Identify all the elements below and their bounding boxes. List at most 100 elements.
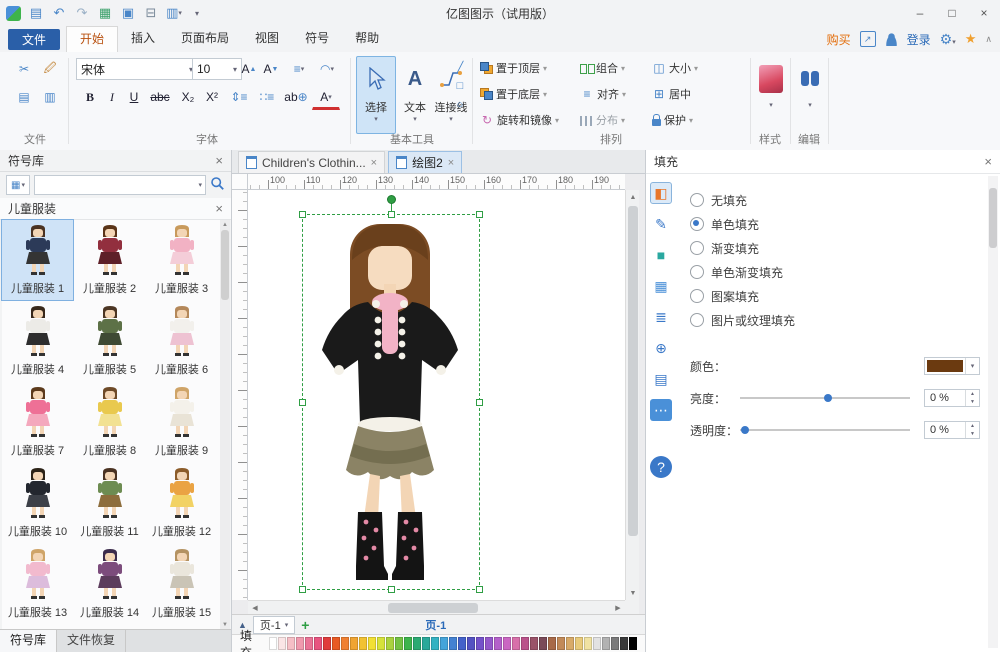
palette-swatch[interactable] xyxy=(395,637,403,650)
palette-swatch[interactable] xyxy=(305,637,313,650)
palette-swatch[interactable] xyxy=(620,637,628,650)
palette-swatch[interactable] xyxy=(287,637,295,650)
palette-swatch[interactable] xyxy=(377,637,385,650)
palette-swatch[interactable] xyxy=(512,637,520,650)
text-tool-button[interactable]: A 文本 ▾ xyxy=(398,56,432,134)
font-color-button[interactable]: A ▾ xyxy=(312,86,340,110)
italic-button[interactable]: I xyxy=(102,86,122,108)
panel-scrollbar[interactable] xyxy=(988,176,998,648)
brightness-value-box[interactable]: 0 % ▲ ▼ xyxy=(924,389,980,407)
fill-color-picker[interactable]: ▾ xyxy=(924,357,980,375)
font-family-select[interactable]: 宋体 ▾ xyxy=(76,58,198,80)
scroll-right-arrow[interactable]: ▶ xyxy=(611,601,625,615)
resize-handle-sw[interactable] xyxy=(299,586,306,593)
subscript-button[interactable]: X₂ xyxy=(176,86,200,108)
line-shape-icon[interactable]: ╱ xyxy=(452,60,468,74)
palette-swatch[interactable] xyxy=(413,637,421,650)
palette-swatch[interactable] xyxy=(269,637,277,650)
dropdown-arrow[interactable]: ▾ xyxy=(965,358,979,374)
resize-handle-n[interactable] xyxy=(388,211,395,218)
palette-swatch[interactable] xyxy=(359,637,367,650)
library-item[interactable]: 儿童服装 3 xyxy=(146,220,217,300)
close-panel-icon[interactable]: × xyxy=(984,155,992,168)
library-item[interactable]: 儿童服装 15 xyxy=(146,544,217,624)
scrollbar-thumb[interactable] xyxy=(989,188,997,248)
size-button[interactable]: ◫ 大小 ▾ xyxy=(652,58,698,78)
library-menu-icon[interactable]: ▦ ▾ xyxy=(6,175,30,195)
rectangle-shape-icon[interactable]: □ xyxy=(452,79,468,93)
scroll-down-arrow[interactable]: ▼ xyxy=(626,586,640,600)
login-link[interactable]: 登录 xyxy=(907,31,931,48)
tab-file[interactable]: 文件 xyxy=(8,29,60,50)
ellipse-shape-icon[interactable]: ○ xyxy=(452,98,468,112)
palette-swatch[interactable] xyxy=(386,637,394,650)
bullet-list-button[interactable]: ∷≡ xyxy=(254,86,280,108)
account-icon[interactable] xyxy=(884,32,898,46)
opacity-value-box[interactable]: 0 % ▲ ▼ xyxy=(924,421,980,439)
ribbon-tab[interactable]: 开始 xyxy=(66,26,119,52)
scrollbar-thumb[interactable] xyxy=(628,206,638,536)
palette-swatch[interactable] xyxy=(557,637,565,650)
buy-link[interactable]: 购买 xyxy=(827,31,851,48)
palette-swatch[interactable] xyxy=(440,637,448,650)
cut-icon[interactable]: ✂ xyxy=(12,58,36,80)
settings-gear-icon[interactable]: ⚙▾ xyxy=(940,31,956,48)
palette-swatch[interactable] xyxy=(575,637,583,650)
palette-swatch[interactable] xyxy=(323,637,331,650)
palette-swatch[interactable] xyxy=(449,637,457,650)
library-scrollbar[interactable]: ▲ ▼ xyxy=(220,220,230,630)
palette-swatch[interactable] xyxy=(458,637,466,650)
palette-swatch[interactable] xyxy=(503,637,511,650)
promo-star-icon[interactable]: ★ xyxy=(965,31,977,47)
library-item[interactable]: 儿童服装 13 xyxy=(2,544,73,624)
vertical-scrollbar[interactable]: ▲ ▼ xyxy=(625,190,639,600)
help-icon[interactable]: ? xyxy=(650,456,672,478)
ribbon-tab[interactable]: 帮助 xyxy=(342,26,392,52)
line-tool-icon[interactable]: ✎ xyxy=(650,213,672,235)
tab-symbol-library[interactable]: 符号库 xyxy=(0,630,58,652)
superscript-button[interactable]: X² xyxy=(200,86,224,108)
close-tab-icon[interactable]: × xyxy=(448,157,454,169)
send-to-back-button[interactable]: 置于底层 ▾ xyxy=(480,84,547,104)
spinner[interactable]: ▲ ▼ xyxy=(965,390,979,406)
palette-swatch[interactable] xyxy=(431,637,439,650)
quick-style-icon[interactable]: ■ xyxy=(650,244,672,266)
select-tool-button[interactable]: 选择 ▾ xyxy=(356,56,396,134)
add-page-button[interactable]: + xyxy=(301,617,309,633)
palette-swatch[interactable] xyxy=(485,637,493,650)
resize-handle-w[interactable] xyxy=(299,399,306,406)
drawing-canvas[interactable] xyxy=(248,190,625,600)
resize-handle-se[interactable] xyxy=(476,586,483,593)
palette-swatch[interactable] xyxy=(296,637,304,650)
bold-button[interactable]: B xyxy=(80,86,100,108)
palette-swatch[interactable] xyxy=(584,637,592,650)
fill-option[interactable]: 图案填充 xyxy=(690,284,795,308)
edit-button[interactable]: ▾ xyxy=(793,56,827,134)
maximize-button[interactable]: □ xyxy=(936,0,968,26)
palette-swatch[interactable] xyxy=(611,637,619,650)
opacity-slider[interactable] xyxy=(740,426,910,434)
library-item[interactable]: 儿童服装 12 xyxy=(146,463,217,543)
shrink-font-button[interactable]: A ▼ xyxy=(260,58,282,80)
scroll-up-arrow[interactable]: ▲ xyxy=(220,220,230,230)
palette-swatch[interactable] xyxy=(314,637,322,650)
palette-swatch[interactable] xyxy=(566,637,574,650)
palette-swatch[interactable] xyxy=(332,637,340,650)
page-setup-icon[interactable]: ≣ xyxy=(650,306,672,328)
hyperlink-icon[interactable]: ⊕ xyxy=(650,337,672,359)
close-button[interactable]: × xyxy=(968,0,1000,26)
protect-button[interactable]: 保护 ▾ xyxy=(652,110,693,130)
library-item[interactable]: 儿童服装 4 xyxy=(2,301,73,381)
format-painter-icon[interactable]: 🖉 xyxy=(38,58,62,80)
picture-icon[interactable]: ▦ xyxy=(650,275,672,297)
align-text-button[interactable]: ≡ ▾ xyxy=(286,58,312,80)
rotate-flip-button[interactable]: ↻ 旋转和镜像 ▾ xyxy=(480,110,559,130)
palette-swatch[interactable] xyxy=(476,637,484,650)
library-item[interactable]: 儿童服装 5 xyxy=(74,301,145,381)
align-button[interactable]: ≡ 对齐 ▾ xyxy=(580,84,626,104)
minimize-button[interactable]: – xyxy=(904,0,936,26)
fill-tool-icon[interactable]: ◧ xyxy=(650,182,672,204)
scroll-up-arrow[interactable]: ▲ xyxy=(626,190,640,204)
palette-swatch[interactable] xyxy=(467,637,475,650)
fill-option[interactable]: 单色渐变填充 xyxy=(690,260,795,284)
